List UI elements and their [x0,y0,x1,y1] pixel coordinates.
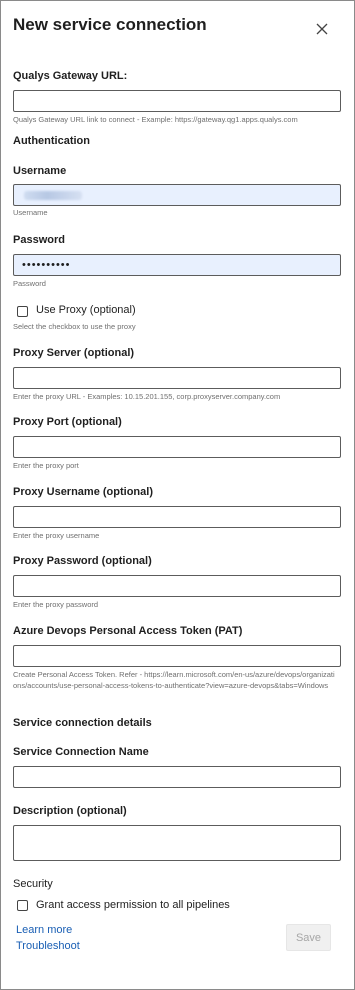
username-help: Username [13,208,48,217]
close-icon[interactable] [312,19,332,39]
pat-input[interactable] [13,645,341,667]
proxy-port-label: Proxy Port (optional) [13,416,122,428]
use-proxy-label: Use Proxy (optional) [36,304,136,316]
proxy-username-help: Enter the proxy username [13,531,100,540]
learn-more-link[interactable]: Learn more [16,924,72,936]
use-proxy-help: Select the checkbox to use the proxy [13,322,136,331]
proxy-server-label: Proxy Server (optional) [13,347,135,359]
new-service-connection-panel: New service connection Qualys Gateway UR… [0,0,355,990]
proxy-server-input[interactable] [13,367,341,389]
proxy-port-help: Enter the proxy port [13,461,79,470]
troubleshoot-link[interactable]: Troubleshoot [16,940,80,952]
service-details-heading: Service connection details [13,717,152,729]
save-button[interactable]: Save [286,924,331,951]
proxy-port-input[interactable] [13,436,341,458]
pat-label: Azure Devops Personal Access Token (PAT) [13,625,243,637]
proxy-server-help: Enter the proxy URL - Examples: 10.15.20… [13,392,281,401]
password-help: Password [13,279,46,288]
gateway-url-input[interactable] [13,90,341,112]
pat-help: Create Personal Access Token. Refer - ht… [13,670,335,690]
password-label: Password [13,234,65,246]
security-heading: Security [13,878,53,890]
proxy-username-input[interactable] [13,506,341,528]
authentication-heading: Authentication [13,135,90,147]
username-input[interactable] [13,184,341,206]
proxy-username-label: Proxy Username (optional) [13,486,153,498]
password-value: •••••••••• [22,259,71,271]
gateway-url-help: Qualys Gateway URL link to connect - Exa… [13,115,298,124]
grant-access-label: Grant access permission to all pipelines [36,899,230,911]
proxy-password-help: Enter the proxy password [13,600,99,609]
use-proxy-checkbox[interactable] [17,306,28,317]
redacted-username [24,191,82,200]
grant-access-checkbox[interactable] [17,900,28,911]
proxy-password-input[interactable] [13,575,341,597]
service-name-label: Service Connection Name [13,746,149,758]
password-input[interactable]: •••••••••• [13,254,341,276]
gateway-url-label: Qualys Gateway URL: [13,70,128,82]
description-label: Description (optional) [13,805,127,817]
username-label: Username [13,165,67,177]
proxy-password-label: Proxy Password (optional) [13,555,152,567]
panel-title: New service connection [13,15,207,34]
service-name-input[interactable] [13,766,341,788]
description-textarea[interactable] [13,825,341,861]
